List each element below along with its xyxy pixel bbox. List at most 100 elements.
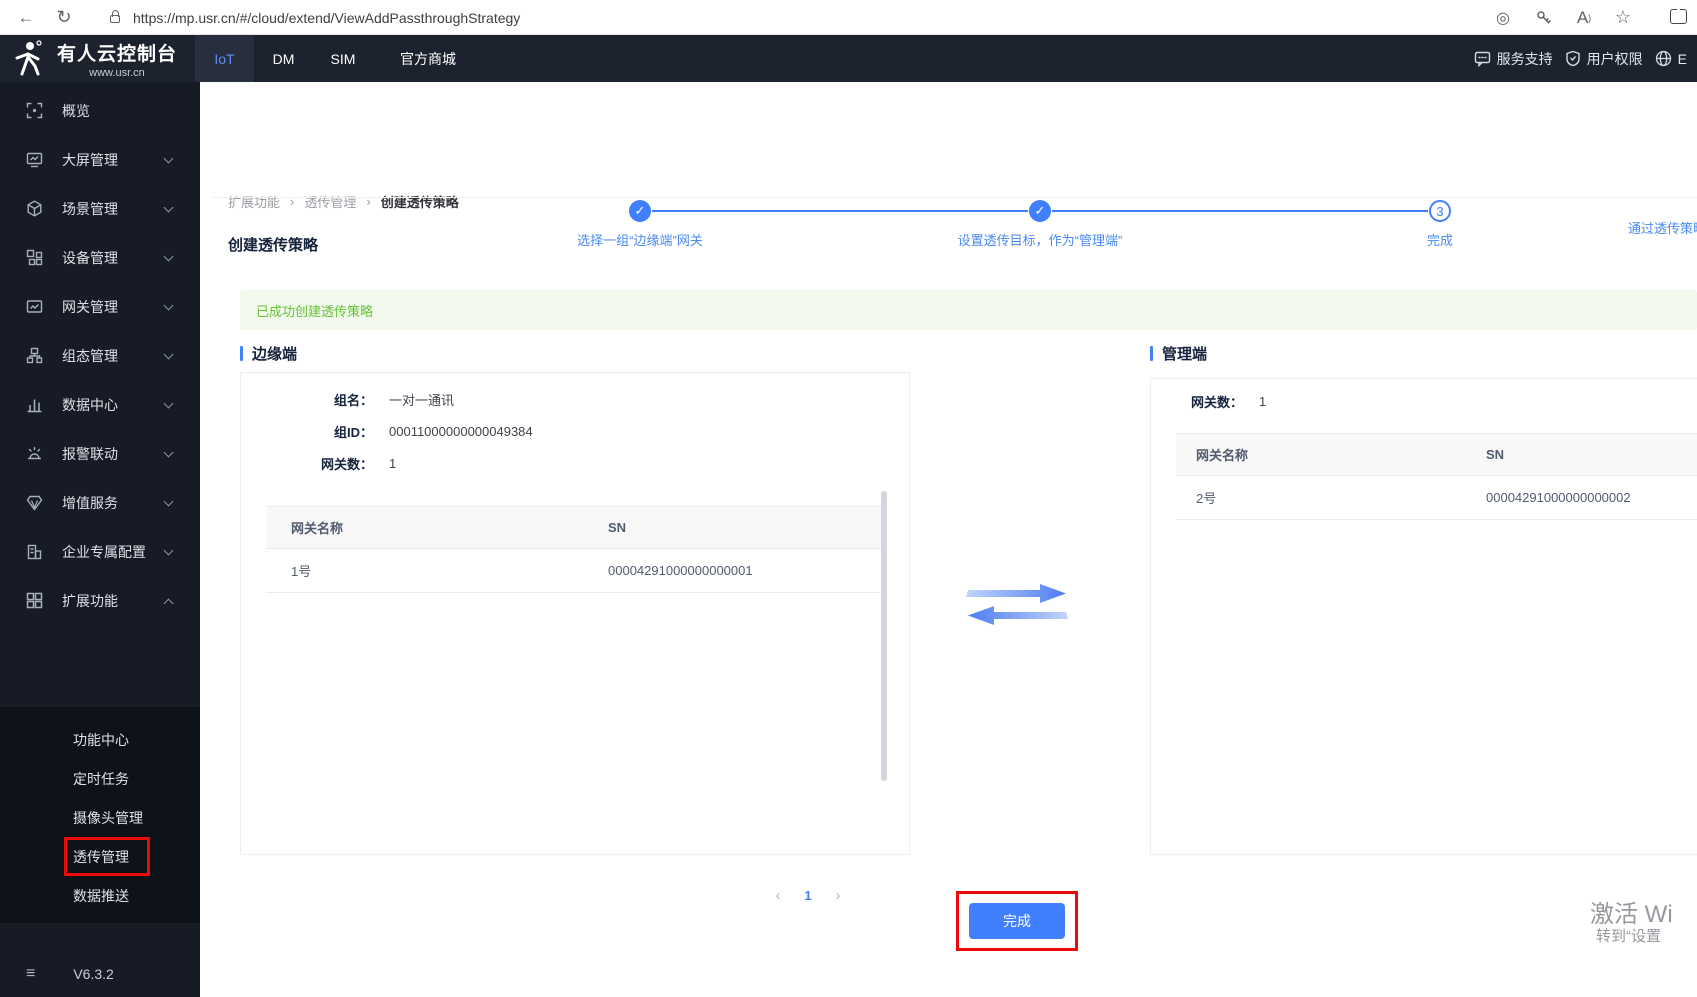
chevron-down-icon [163, 496, 174, 507]
split-screen-icon[interactable] [1670, 9, 1687, 24]
brand: 有人云控制台 www.usr.cn [50, 39, 184, 79]
submenu-item-passthrough[interactable]: 透传管理 [0, 837, 200, 876]
next-page-button[interactable]: › [823, 887, 853, 904]
collapse-sidebar-icon[interactable]: ≡ [26, 965, 35, 983]
section-accent-bar [240, 346, 243, 361]
breadcrumb: 扩展功能 › 透传管理 › 创建透传策略 [228, 192, 459, 211]
col-gateway-name: 网关名称 [291, 521, 344, 536]
read-aloud-icon[interactable]: A) [1570, 0, 1598, 35]
device-grid-icon [26, 249, 43, 266]
sidebar-item-alarm[interactable]: 报警联动 [0, 429, 200, 478]
key-icon[interactable] [1530, 0, 1558, 35]
table-row: 1号 00004291000000000001 [266, 549, 886, 593]
favorite-star-icon[interactable]: ☆ [1609, 0, 1637, 35]
manage-panel: 网关数： 1 网关名称 SN 2号 00004291000000000002 [1150, 378, 1697, 855]
tab-iot[interactable]: IoT [195, 35, 254, 82]
user-permission[interactable]: 用户权限 [1565, 49, 1643, 69]
sidebar-nav: 概览 大屏管理 场景管理 设备管理 网关管理 组态管理 数据中心 报警联动 增值… [0, 86, 200, 625]
refresh-icon[interactable]: ↻ [50, 0, 78, 35]
breadcrumb-current: 创建透传策略 [380, 195, 459, 210]
sidebar-item-enterprise[interactable]: 企业专属配置 [0, 527, 200, 576]
passthrough-strategy-link[interactable]: 通过透传策略 [1628, 218, 1697, 237]
sidebar-item-bigscreen[interactable]: 大屏管理 [0, 135, 200, 184]
sidebar-item-device[interactable]: 设备管理 [0, 233, 200, 282]
step-connector [652, 210, 1028, 212]
table-row: 2号 00004291000000000002 [1176, 476, 1697, 520]
finish-button[interactable]: 完成 [969, 903, 1065, 939]
page-number-1[interactable]: 1 [793, 888, 823, 903]
edge-group-id-label: 组ID： [333, 424, 373, 440]
step-2-label: 设置透传目标，作为“管理端” [957, 233, 1123, 248]
brand-subtitle: www.usr.cn [89, 67, 145, 79]
cell-gateway-name: 2号 [1196, 491, 1217, 506]
edge-group-id-value: 00011000000000049384 [389, 423, 533, 439]
tab-mall[interactable]: 官方商城 [373, 35, 483, 82]
submenu-item-data-push[interactable]: 数据推送 [0, 876, 200, 915]
edge-pagination: ‹ 1 › [763, 887, 853, 904]
target-icon[interactable]: ◎ [1489, 0, 1517, 35]
sidebar-item-gateway[interactable]: 网关管理 [0, 282, 200, 331]
transfer-arrows-icon [966, 584, 1068, 625]
submenu-item-scheduled-task[interactable]: 定时任务 [0, 759, 200, 798]
manage-gateway-count-value: 1 [1259, 393, 1267, 409]
usr-logo-icon[interactable] [10, 40, 46, 83]
col-gateway-name: 网关名称 [1196, 448, 1249, 463]
sidebar-item-overview[interactable]: 概览 [0, 86, 200, 135]
service-support[interactable]: 服务支持 [1474, 49, 1553, 69]
header-right: 服务支持 用户权限 E [1474, 35, 1687, 82]
manage-gateway-count-label: 网关数： [1190, 394, 1243, 410]
breadcrumb-passthrough[interactable]: 透传管理 [304, 192, 356, 211]
sidebar-item-vas[interactable]: 增值服务 [0, 478, 200, 527]
chevron-down-icon [163, 545, 174, 556]
edge-group-name-label: 组名： [333, 392, 373, 408]
sidebar-item-scada[interactable]: 组态管理 [0, 331, 200, 380]
lock-icon [110, 10, 120, 23]
edge-group-name-value: 一对一通讯 [389, 392, 455, 408]
submenu-item-camera[interactable]: 摄像头管理 [0, 798, 200, 837]
chevron-down-icon [163, 202, 174, 213]
screen-icon [26, 152, 43, 168]
version-label: V6.3.2 [73, 966, 114, 982]
gem-icon [26, 495, 43, 511]
gateway-chart-icon [26, 300, 43, 313]
chevron-up-icon [163, 598, 174, 609]
sidebar-item-datacenter[interactable]: 数据中心 [0, 380, 200, 429]
bar-chart-icon [27, 399, 42, 413]
submenu-item-function-center[interactable]: 功能中心 [0, 720, 200, 759]
brand-title: 有人云控制台 [56, 44, 177, 65]
table-header-row: 网关名称 SN [1176, 433, 1697, 476]
language-switch[interactable]: E [1655, 50, 1687, 67]
scene-cube-icon [27, 200, 42, 217]
page-title: 创建透传策略 [228, 237, 319, 254]
col-sn: SN [1486, 447, 1505, 462]
browser-bar: ← ↻ https://mp.usr.cn/#/cloud/extend/Vie… [0, 0, 1697, 35]
breadcrumb-extend[interactable]: 扩展功能 [228, 192, 280, 211]
cell-sn: 00004291000000000002 [1486, 490, 1631, 505]
address-bar[interactable]: https://mp.usr.cn/#/cloud/extend/ViewAdd… [133, 0, 520, 35]
sidebar-item-scene[interactable]: 场景管理 [0, 184, 200, 233]
cell-gateway-name: 1号 [291, 564, 312, 579]
sidebar-item-extend[interactable]: 扩展功能 [0, 576, 200, 625]
step-1-label: 选择一组“边缘端”网关 [577, 233, 703, 248]
sidebar-footer: ≡ V6.3.2 [0, 959, 200, 989]
back-icon[interactable]: ← [12, 0, 40, 35]
chevron-down-icon [163, 153, 174, 164]
extend-squares-icon [26, 592, 43, 609]
tab-dm[interactable]: DM [254, 35, 313, 82]
tab-sim[interactable]: SIM [313, 35, 373, 82]
step-connector [1052, 210, 1428, 212]
step-3-label: 完成 [1426, 233, 1453, 248]
screen: ← ↻ https://mp.usr.cn/#/cloud/extend/Vie… [0, 0, 1697, 997]
table-header-row: 网关名称 SN [266, 506, 886, 549]
prev-page-button[interactable]: ‹ [763, 887, 793, 904]
main-content: 扩展功能 › 透传管理 › 创建透传策略 创建透传策略 通过透传策略 ✓ ✓ 3… [200, 82, 1697, 997]
edge-panel: 组名： 一对一通讯 组ID： 00011000000000049384 网关数： 1 … [240, 372, 910, 904]
building-icon [27, 544, 42, 560]
edge-gateway-table: 网关名称 SN 1号 00004291000000000001 [266, 506, 886, 593]
chevron-down-icon [163, 447, 174, 458]
chat-icon [1474, 51, 1490, 67]
globe-icon [1655, 50, 1671, 67]
chevron-down-icon [163, 300, 174, 311]
panel-scrollbar[interactable] [881, 491, 887, 781]
manage-section-title: 管理端 [1150, 343, 1207, 364]
